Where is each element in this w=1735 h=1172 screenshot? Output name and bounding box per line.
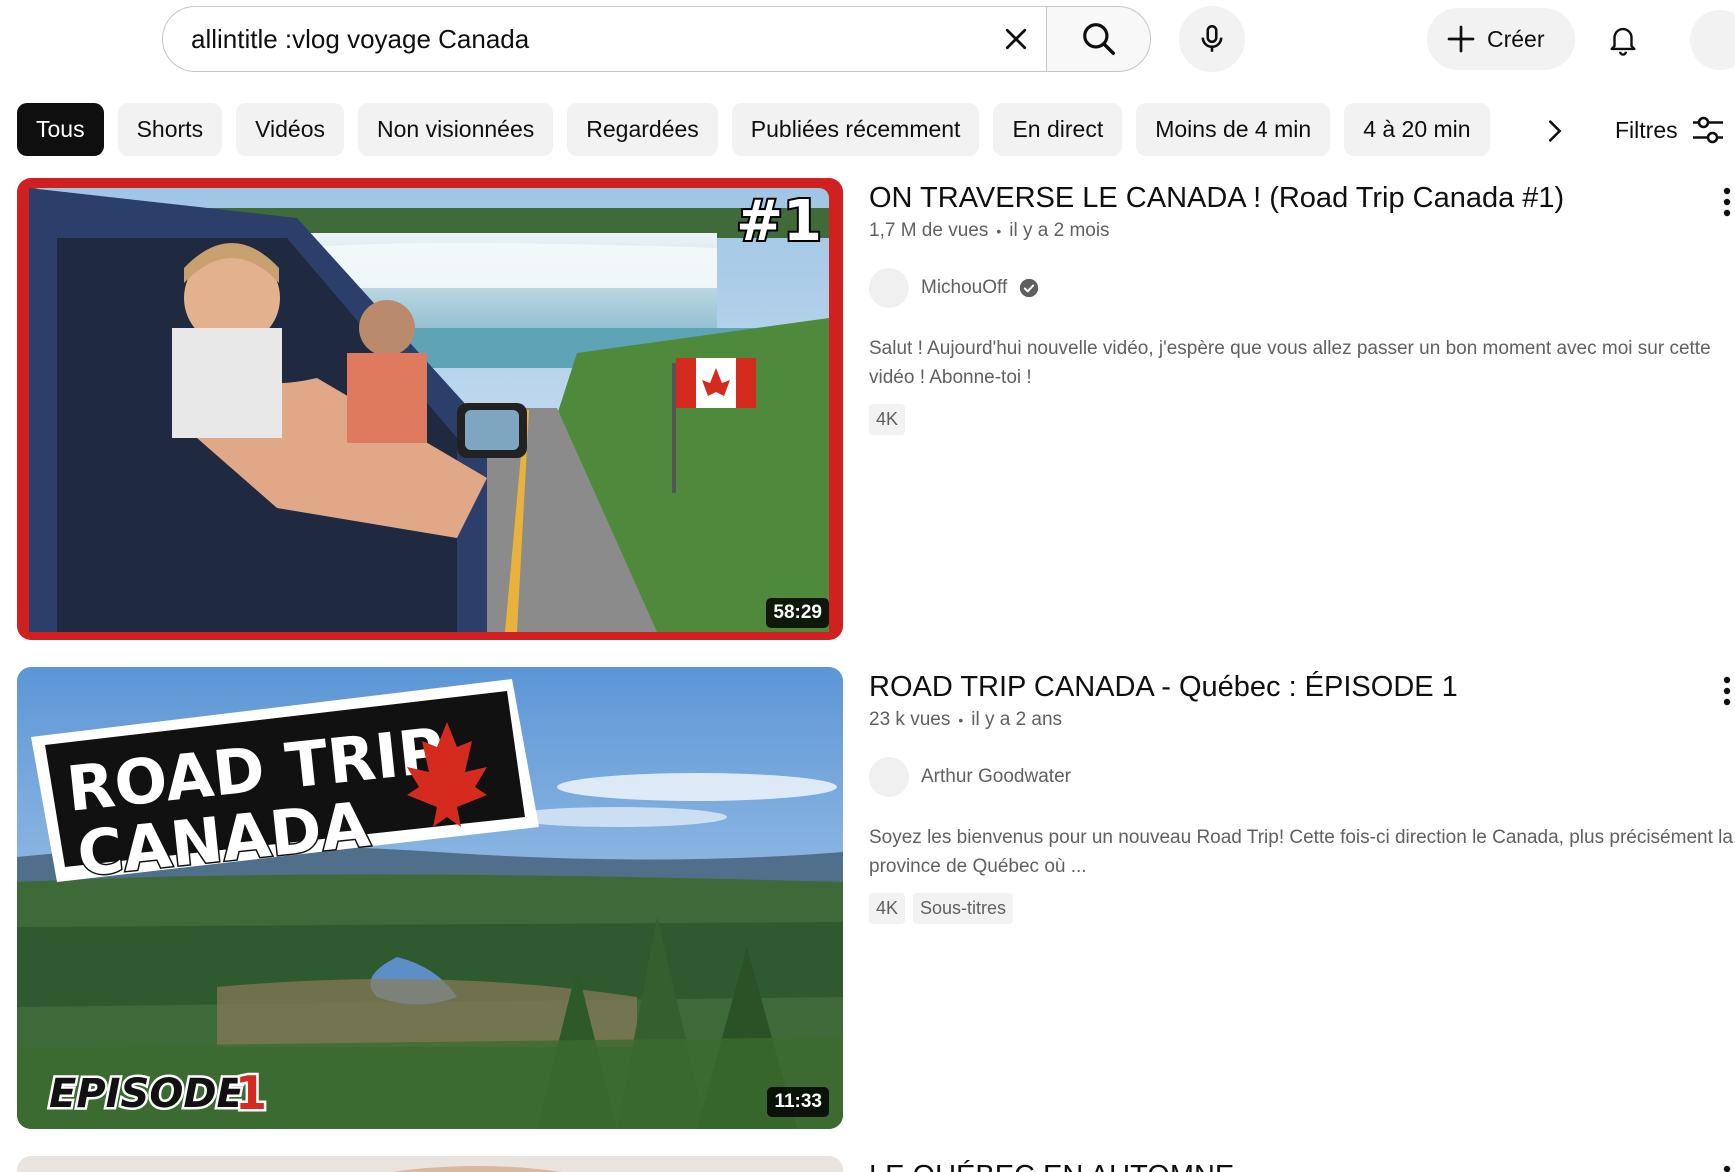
channel-name[interactable]: Arthur Goodwater [921,766,1071,788]
view-count: 23 k vues [869,709,951,730]
youtube-search-results-page: Créer Tous Shorts Vidéos Non visionnées … [0,0,1735,1172]
channel-avatar[interactable] [869,757,909,797]
filters-button[interactable]: Filtres [1615,104,1726,156]
meta-separator: • [996,223,1002,239]
video-description-1: Salut ! Aujourd'hui nouvelle vidéo, j'es… [869,338,1711,388]
video-meta-1: 1,7 M de vues • il y a 2 mois [869,220,1735,242]
chips-next-button[interactable] [1530,106,1580,156]
thumbnail-overlay-number: #1 [736,189,822,254]
thumbnail-episode-label: EPISODE [49,1071,244,1117]
search-icon [1082,23,1115,55]
more-vertical-icon [1723,1165,1731,1172]
meta-separator: • [958,712,964,728]
more-actions-button-3[interactable] [1707,1156,1735,1172]
video-duration-2: 11:33 [767,1087,829,1117]
thumbnail-image-road-trip-quebec: ROAD TRIP CANADA EPISODE 1 [17,667,843,1129]
video-description-2: Soyez les bienvenus pour un nouveau Road… [869,827,1733,877]
channel-avatar[interactable] [869,268,909,308]
channel-link-2[interactable]: Arthur Goodwater [869,757,1735,797]
video-thumbnail-2[interactable]: ROAD TRIP CANADA EPISODE 1 11:33 [17,667,843,1129]
chip-4-to-20-min[interactable]: 4 à 20 min [1344,103,1490,156]
clear-search-button[interactable] [985,8,1047,70]
chip-unwatched[interactable]: Non visionnées [358,103,554,156]
video-title-3[interactable]: LE QUÉBEC EN AUTOMNE [869,1156,1735,1172]
thumbnail-image-quebec-autumn [17,1156,843,1172]
video-meta-2: 23 k vues • il y a 2 ans [869,709,1735,731]
video-badges-1: 4K [869,404,1735,435]
plus-icon [1447,25,1475,53]
upload-age: il y a 2 ans [971,709,1063,730]
badge-4k: 4K [869,893,906,924]
video-info-3: LE QUÉBEC EN AUTOMNE [869,1156,1735,1172]
chevron-right-icon [1549,120,1562,142]
video-info-1: ON TRAVERSE LE CANADA ! (Road Trip Canad… [869,178,1735,435]
search-input[interactable] [163,7,985,71]
video-result-2: ROAD TRIP CANADA EPISODE 1 11:33 ROAD TR… [17,667,1735,1129]
badge-subtitles: Sous-titres [913,893,1014,924]
more-actions-button-1[interactable] [1707,178,1735,226]
create-button[interactable]: Créer [1427,8,1575,70]
chip-live[interactable]: En direct [993,103,1123,156]
search-button[interactable] [1046,6,1151,72]
video-duration-1: 58:29 [766,598,829,628]
video-thumbnail-3[interactable] [17,1156,843,1172]
video-title-1[interactable]: ON TRAVERSE LE CANADA ! (Road Trip Canad… [869,178,1735,218]
chip-recently-uploaded[interactable]: Publiées récemment [731,103,980,156]
more-vertical-icon [1723,187,1731,217]
upload-age: il y a 2 mois [1009,220,1110,241]
video-title-2[interactable]: ROAD TRIP CANADA - Québec : ÉPISODE 1 [869,667,1735,707]
more-vertical-icon [1723,676,1731,706]
chip-watched[interactable]: Regardées [567,103,718,156]
microphone-icon [1201,24,1223,52]
search-box [162,6,1047,72]
view-count: 1,7 M de vues [869,220,989,241]
filters-label: Filtres [1615,116,1678,143]
video-badges-2: 4K Sous-titres [869,893,1735,924]
badge-4k: 4K [869,404,906,435]
video-info-2: ROAD TRIP CANADA - Québec : ÉPISODE 1 23… [869,667,1735,924]
filter-chips-bar: Tous Shorts Vidéos Non visionnées Regard… [17,103,1490,156]
chip-videos[interactable]: Vidéos [236,103,344,156]
verified-badge-icon [1020,278,1039,298]
bell-icon [1610,27,1636,56]
thumbnail-episode-number: 1 [235,1066,267,1120]
voice-search-button[interactable] [1179,6,1245,72]
sliders-icon [1692,116,1723,144]
channel-link-1[interactable]: MichouOff [869,268,1735,308]
video-result-3: LE QUÉBEC EN AUTOMNE [17,1156,1735,1172]
more-actions-button-2[interactable] [1707,667,1735,715]
video-thumbnail-1[interactable]: #1 58:29 [17,178,843,640]
thumbnail-image-road-trip-canada-1: #1 [17,178,843,640]
channel-name[interactable]: MichouOff [921,277,1007,299]
close-icon [1005,28,1027,50]
account-avatar[interactable] [1690,10,1735,70]
chip-under-4-min[interactable]: Moins de 4 min [1136,103,1331,156]
create-label: Créer [1487,25,1545,52]
video-result-1: #1 58:29 ON TRAVERSE LE CANADA ! (Road T… [17,178,1735,640]
notifications-button[interactable] [1592,8,1654,70]
chip-shorts[interactable]: Shorts [117,103,223,156]
chip-all[interactable]: Tous [17,103,104,156]
